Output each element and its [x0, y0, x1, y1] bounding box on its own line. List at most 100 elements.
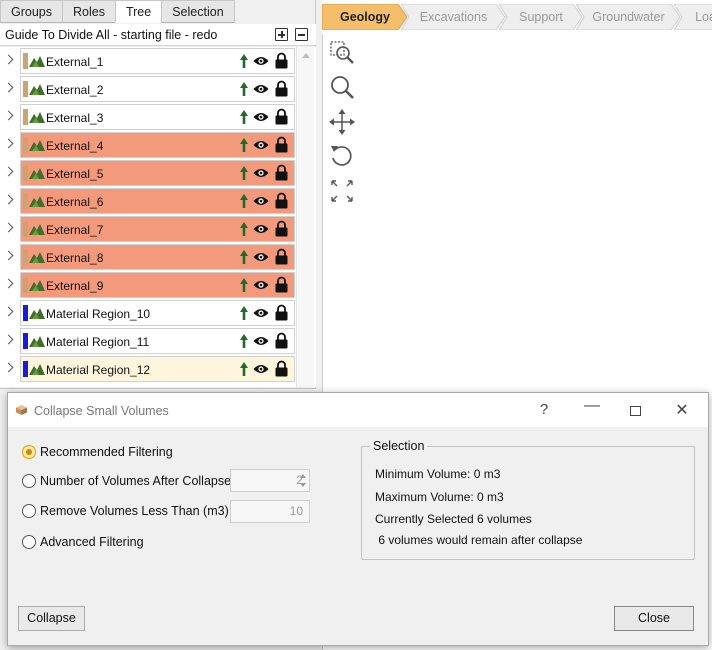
arrow-up-icon[interactable] — [240, 110, 248, 124]
tree-item-box[interactable]: External_4 — [20, 132, 295, 158]
rotate-icon[interactable] — [328, 142, 356, 170]
arrow-up-icon[interactable] — [240, 222, 248, 236]
tree-item[interactable]: External_7 — [0, 215, 296, 243]
tree-item-box[interactable]: External_3 — [20, 104, 295, 130]
tree-item-box[interactable]: External_6 — [20, 188, 295, 214]
tree-item[interactable]: External_2 — [0, 75, 296, 103]
tree-item-box[interactable]: External_1 — [20, 48, 295, 74]
arrow-up-icon[interactable] — [240, 54, 248, 68]
collapse-button[interactable]: Collapse — [18, 606, 85, 631]
eye-icon[interactable] — [253, 280, 269, 290]
tree-item[interactable]: External_8 — [0, 243, 296, 271]
chevron-right-icon[interactable] — [3, 278, 14, 289]
arrow-up-icon[interactable] — [240, 250, 248, 264]
chevron-right-icon[interactable] — [3, 110, 14, 121]
chevron-right-icon[interactable] — [3, 166, 14, 177]
eye-icon[interactable] — [253, 196, 269, 206]
eye-icon[interactable] — [253, 140, 269, 150]
eye-icon[interactable] — [253, 56, 269, 66]
lock-icon[interactable] — [275, 360, 288, 377]
arrow-up-icon[interactable] — [240, 194, 248, 208]
tree-item[interactable]: Material Region_10 — [0, 299, 296, 327]
wizard-step-geology[interactable]: Geology — [322, 4, 408, 30]
spin-down-icon[interactable] — [300, 483, 306, 487]
arrow-up-icon[interactable] — [240, 138, 248, 152]
lock-icon[interactable] — [275, 276, 288, 293]
lock-icon[interactable] — [275, 248, 288, 265]
tree-item-box[interactable]: External_5 — [20, 160, 295, 186]
tree-item[interactable]: External_6 — [0, 187, 296, 215]
chevron-right-icon[interactable] — [3, 222, 14, 233]
eye-icon[interactable] — [253, 168, 269, 178]
lock-icon[interactable] — [275, 52, 288, 69]
tree-item[interactable]: External_3 — [0, 103, 296, 131]
eye-icon[interactable] — [253, 84, 269, 94]
lock-icon[interactable] — [275, 192, 288, 209]
chevron-right-icon[interactable] — [3, 82, 14, 93]
zoom-icon[interactable] — [328, 73, 356, 101]
lock-icon[interactable] — [275, 80, 288, 97]
eye-icon[interactable] — [253, 224, 269, 234]
tree-item[interactable]: External_5 — [0, 159, 296, 187]
lock-icon[interactable] — [275, 220, 288, 237]
tree-item[interactable]: Material Region_12 — [0, 355, 296, 383]
tree-item[interactable]: External_4 — [0, 131, 296, 159]
wizard-step-groundwater[interactable]: Groundwater — [576, 4, 681, 30]
volumes-after-collapse-input[interactable]: 2 — [230, 469, 310, 492]
close-icon[interactable]: ✕ — [672, 400, 692, 420]
lock-icon[interactable] — [275, 108, 288, 125]
eye-icon[interactable] — [253, 252, 269, 262]
scroll-up-icon[interactable] — [302, 53, 310, 58]
maximize-icon[interactable] — [630, 406, 641, 416]
tree-item-box[interactable]: External_9 — [20, 272, 295, 298]
chevron-right-icon[interactable] — [3, 362, 14, 373]
remove-less-than-input[interactable]: 10 — [230, 500, 310, 523]
lock-icon[interactable] — [275, 304, 288, 321]
close-button[interactable]: Close — [614, 606, 694, 631]
lock-icon[interactable] — [275, 136, 288, 153]
tab-groups[interactable]: Groups — [0, 0, 63, 23]
radio-advanced[interactable] — [22, 535, 36, 549]
tree-item-box[interactable]: Material Region_11 — [20, 328, 295, 354]
chevron-right-icon[interactable] — [3, 138, 14, 149]
tree-item[interactable]: Material Region_11 — [0, 327, 296, 355]
tab-tree[interactable]: Tree — [114, 0, 163, 23]
tab-selection[interactable]: Selection — [161, 0, 235, 23]
tab-roles[interactable]: Roles — [62, 0, 116, 23]
chevron-right-icon[interactable] — [3, 54, 14, 65]
spin-up-icon[interactable] — [300, 474, 306, 478]
tree-item[interactable]: External_9 — [0, 271, 296, 299]
eye-icon[interactable] — [253, 364, 269, 374]
zoom-extents-icon[interactable] — [328, 177, 356, 205]
tree-item-box[interactable]: Material Region_12 — [20, 356, 295, 382]
radio-remove-less-than[interactable] — [22, 504, 36, 518]
arrow-up-icon[interactable] — [240, 334, 248, 348]
chevron-right-icon[interactable] — [3, 334, 14, 345]
eye-icon[interactable] — [253, 336, 269, 346]
pan-icon[interactable] — [328, 108, 356, 136]
collapse-all-button[interactable] — [295, 28, 308, 41]
arrow-up-icon[interactable] — [240, 82, 248, 96]
tree-item[interactable]: External_1 — [0, 47, 296, 75]
eye-icon[interactable] — [253, 112, 269, 122]
tree-item-box[interactable]: Material Region_10 — [20, 300, 295, 326]
zoom-window-icon[interactable] — [328, 39, 356, 67]
radio-recommended[interactable] — [22, 445, 36, 459]
minimize-icon[interactable]: — — [582, 397, 602, 415]
lock-icon[interactable] — [275, 164, 288, 181]
eye-icon[interactable] — [253, 308, 269, 318]
tree-item-box[interactable]: External_7 — [20, 216, 295, 242]
chevron-right-icon[interactable] — [3, 306, 14, 317]
wizard-step-load[interactable]: Load — [674, 4, 712, 30]
chevron-right-icon[interactable] — [3, 250, 14, 261]
arrow-up-icon[interactable] — [240, 362, 248, 376]
tree-item-box[interactable]: External_8 — [20, 244, 295, 270]
wizard-step-excavations[interactable]: Excavations — [401, 4, 506, 30]
tree-scrollbar[interactable] — [296, 47, 314, 387]
tree-item-box[interactable]: External_2 — [20, 76, 295, 102]
arrow-up-icon[interactable] — [240, 278, 248, 292]
chevron-right-icon[interactable] — [3, 194, 14, 205]
help-button[interactable]: ? — [534, 401, 554, 418]
arrow-up-icon[interactable] — [240, 306, 248, 320]
wizard-step-support[interactable]: Support — [499, 4, 583, 30]
